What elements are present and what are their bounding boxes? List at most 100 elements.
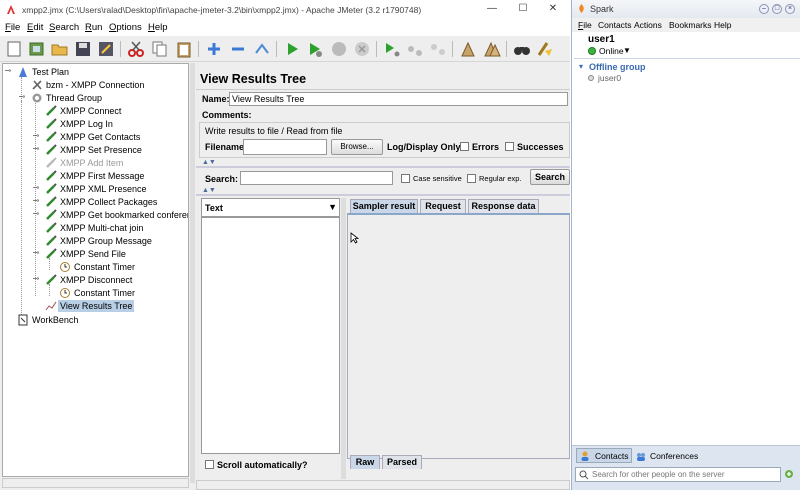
browse-button[interactable]: Browse... — [331, 139, 383, 155]
spark-minimize-button[interactable]: – — [759, 4, 769, 14]
reset-search-icon[interactable] — [535, 39, 555, 59]
tree-toggle[interactable]: ⊸ — [32, 197, 40, 205]
log-display-label: Log/Display Only: — [387, 142, 464, 152]
cut-icon[interactable] — [126, 39, 146, 59]
search-icon[interactable] — [512, 39, 532, 59]
collapse-arrows-icon[interactable]: ▲▼ — [202, 159, 216, 166]
errors-checkbox[interactable] — [460, 142, 469, 151]
tab-sampler-result[interactable]: Sampler result — [350, 199, 418, 213]
spark-menu-help[interactable]: Help — [714, 20, 731, 30]
panel-horizontal-scrollbar[interactable] — [196, 480, 570, 490]
tab-conferences[interactable]: Conferences — [650, 450, 698, 463]
contact-item-juser0[interactable]: juser0 — [598, 73, 621, 83]
regular-exp-checkbox[interactable] — [467, 174, 476, 183]
remote-stop-icon[interactable] — [405, 39, 425, 59]
write-section-title: Write results to file / Read from file — [205, 126, 343, 136]
collapse-icon[interactable] — [228, 39, 248, 59]
start-no-pauses-icon[interactable] — [305, 39, 325, 59]
close-button[interactable]: ✕ — [545, 2, 561, 16]
add-contact-icon[interactable] — [784, 469, 796, 481]
paste-icon[interactable] — [174, 39, 194, 59]
search-button[interactable]: Search — [530, 169, 570, 185]
name-label: Name: — [202, 94, 230, 104]
tree-toggle[interactable]: ⊸ — [18, 93, 26, 101]
minimize-button[interactable]: — — [484, 2, 500, 16]
people-search-placeholder: Search for other people on the server — [592, 470, 725, 479]
save-icon[interactable] — [73, 39, 93, 59]
spark-menu-file[interactable]: File — [578, 20, 592, 30]
spark-menu-actions[interactable]: Actions — [634, 20, 662, 30]
remote-start-icon[interactable] — [382, 39, 402, 59]
renderer-select[interactable]: Text ▼ — [201, 198, 340, 217]
tab-request[interactable]: Request — [420, 199, 466, 213]
tree-toggle[interactable]: ⊸ — [4, 67, 12, 75]
maximize-button[interactable]: ☐ — [515, 2, 531, 16]
sampler-pipette-icon — [46, 144, 57, 155]
tree-toggle[interactable]: ⊸ — [32, 145, 40, 153]
save-as-icon[interactable] — [96, 39, 116, 59]
split-pane-divider[interactable] — [190, 63, 195, 483]
expand-icon[interactable] — [204, 39, 224, 59]
menu-help[interactable]: Help — [148, 22, 168, 33]
people-search-field[interactable]: Search for other people on the server — [575, 467, 781, 482]
spark-menu-contacts[interactable]: Contacts — [598, 20, 632, 30]
successes-checkbox[interactable] — [505, 142, 514, 151]
test-plan-tree[interactable]: ⊸ Test Plan bzm - XMPP Connection ⊸ Thre… — [2, 63, 189, 477]
start-icon[interactable] — [282, 39, 302, 59]
search-icon — [579, 470, 589, 480]
templates-icon[interactable] — [27, 39, 47, 59]
split-divider[interactable] — [341, 198, 346, 479]
spark-status-text[interactable]: Online — [599, 46, 624, 56]
sampler-pipette-icon — [46, 105, 57, 116]
filename-input[interactable] — [243, 139, 327, 155]
scroll-automatically-checkbox[interactable] — [205, 460, 214, 469]
offline-group-label[interactable]: Offline group — [589, 62, 646, 72]
collapse-arrows-icon[interactable]: ▲▼ — [202, 187, 216, 194]
status-dropdown-icon[interactable]: ▼ — [623, 46, 631, 55]
menu-file[interactable]: File — [5, 22, 20, 33]
tab-raw[interactable]: Raw — [350, 455, 380, 469]
remote-shutdown-icon[interactable] — [428, 39, 448, 59]
tree-toggle[interactable]: ⊸ — [32, 184, 40, 192]
spark-menu-bookmarks[interactable]: Bookmarks — [669, 20, 712, 30]
copy-icon[interactable] — [150, 39, 170, 59]
sampler-pipette-icon — [46, 131, 57, 142]
spark-close-button[interactable]: × — [785, 4, 795, 14]
tab-contacts[interactable]: Contacts — [595, 450, 629, 463]
menu-search[interactable]: Search — [49, 22, 79, 33]
new-icon[interactable] — [4, 39, 24, 59]
tab-response-data[interactable]: Response data — [468, 199, 539, 213]
write-results-section: Write results to file / Read from file F… — [199, 122, 570, 158]
tree-horizontal-scrollbar[interactable] — [2, 478, 189, 488]
case-sensitive-checkbox[interactable] — [401, 174, 410, 183]
contacts-icon — [581, 451, 589, 461]
sampler-result-content[interactable] — [347, 213, 570, 459]
tree-toggle[interactable]: ⊸ — [32, 132, 40, 140]
tree-toggle[interactable]: ⊸ — [32, 249, 40, 257]
tree-toggle[interactable]: ⊸ — [32, 275, 40, 283]
tab-parsed[interactable]: Parsed — [382, 455, 422, 469]
menu-run[interactable]: Run — [85, 22, 102, 33]
menu-edit[interactable]: Edit — [27, 22, 43, 33]
toggle-icon[interactable] — [252, 39, 272, 59]
renderer-value: Text — [205, 203, 223, 213]
clear-icon[interactable] — [458, 39, 478, 59]
test-plan-icon — [19, 67, 27, 77]
sampler-pipette-icon — [46, 235, 57, 246]
stop-icon[interactable] — [329, 39, 349, 59]
results-list[interactable] — [201, 217, 340, 454]
shutdown-icon[interactable] — [352, 39, 372, 59]
sampler-pipette-icon — [46, 170, 57, 181]
tree-toggle[interactable]: ⊸ — [32, 210, 40, 218]
name-field[interactable] — [229, 92, 568, 106]
chevron-down-icon: ▼ — [328, 202, 337, 212]
spark-maximize-button[interactable]: □ — [772, 4, 782, 14]
group-expand-icon[interactable]: ▾ — [579, 62, 583, 71]
clear-all-icon[interactable] — [482, 39, 502, 59]
toolbar-separator — [506, 41, 507, 57]
menu-options[interactable]: Options — [109, 22, 142, 33]
offline-status-icon — [588, 75, 594, 81]
search-input[interactable] — [240, 171, 393, 185]
scroll-automatically-label: Scroll automatically? — [217, 460, 308, 470]
open-icon[interactable] — [50, 39, 70, 59]
